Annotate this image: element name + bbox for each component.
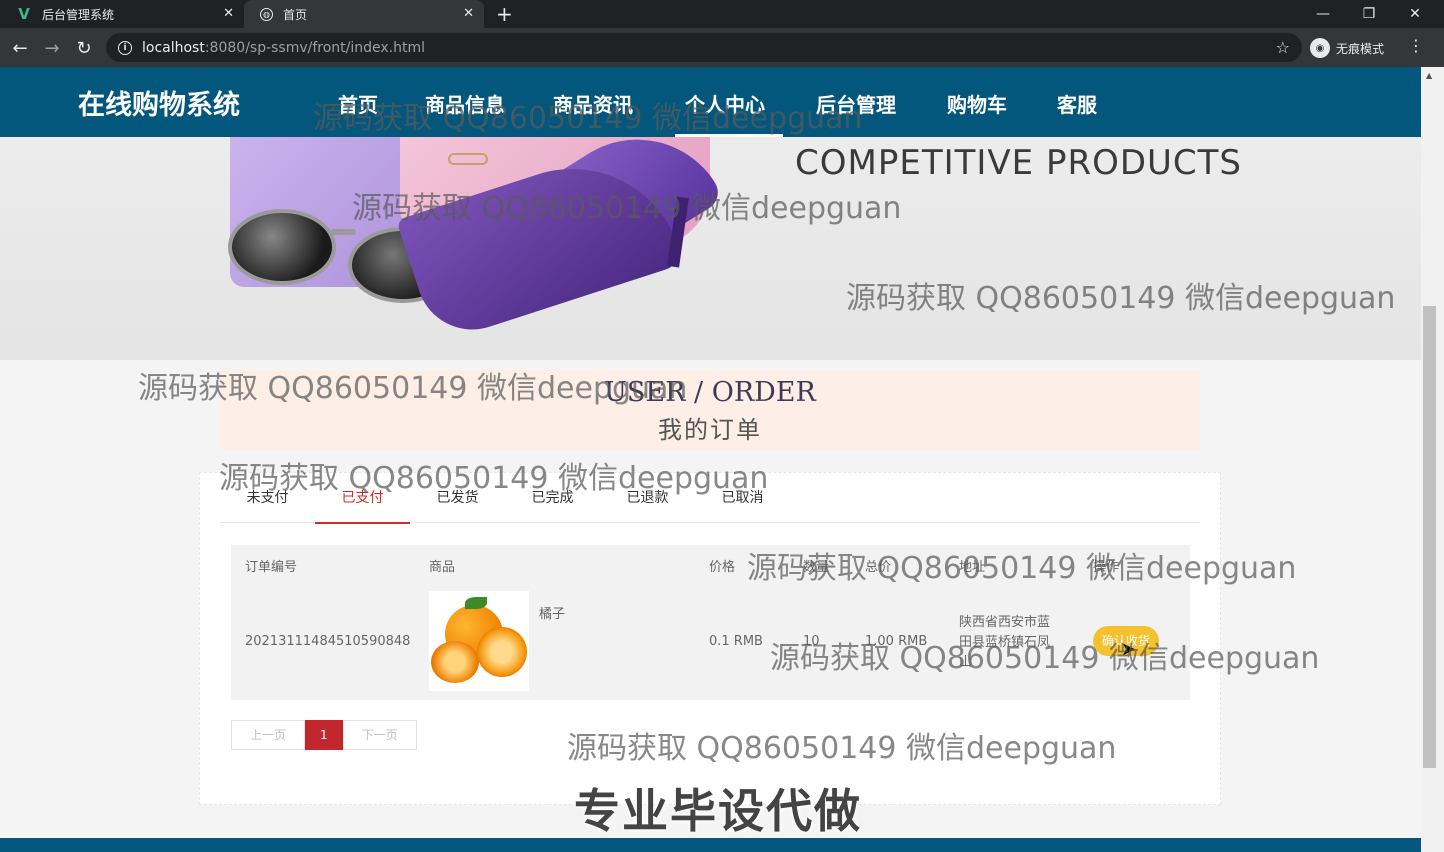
incognito-indicator[interactable]: ◉ 无痕模式 [1310, 36, 1384, 60]
restore-icon[interactable]: ❐ [1346, 0, 1392, 28]
product-image-orange[interactable] [429, 591, 529, 691]
col-action: 操作 [1093, 560, 1120, 575]
pagination: 上一页 1 下一页 [231, 720, 417, 750]
nav-admin[interactable]: 后台管理 [816, 89, 896, 118]
order-title-en: USER / ORDER [604, 377, 816, 408]
reload-icon[interactable]: ↻ [72, 36, 96, 60]
col-product: 商品 [429, 560, 456, 575]
order-panel: 未支付 已支付 已发货 已完成 已退款 已取消 订单编号 商品 价格 数量 总价… [199, 472, 1221, 805]
close-tab-icon[interactable]: ✕ [223, 6, 234, 21]
order-address: 陕西省西安市蓝 田县蓝桥镇石凤 山 [959, 615, 1051, 670]
incognito-label: 无痕模式 [1336, 41, 1385, 56]
prev-page-button[interactable]: 上一页 [231, 720, 306, 750]
info-icon[interactable]: i [118, 40, 132, 55]
browser-tab-admin[interactable]: V 后台管理系统 ✕ [0, 0, 244, 28]
sunglasses-bridge [330, 229, 356, 235]
new-tab-icon[interactable]: + [496, 2, 513, 26]
order-total: 1.00 RMB [865, 634, 928, 649]
order-status-tabs: 未支付 已支付 已发货 已完成 已退款 已取消 [220, 473, 1200, 524]
col-order-no: 订单编号 [245, 560, 298, 575]
url-text: localhost:8080/sp-ssmv/front/index.html [142, 39, 426, 56]
browser-toolbar: ← → ↻ i localhost:8080/sp-ssmv/front/ind… [0, 28, 1444, 67]
close-tab-icon[interactable]: ✕ [463, 6, 474, 21]
page-1-button[interactable]: 1 [305, 720, 343, 750]
nav-products[interactable]: 商品信息 [425, 89, 505, 118]
nav-home[interactable]: 首页 [338, 89, 378, 118]
forward-icon[interactable]: → [40, 36, 64, 60]
product-name[interactable]: 橘子 [539, 603, 565, 622]
site-header: 在线购物系统 首页 商品信息 商品资讯 个人中心 后台管理 购物车 客服 [0, 67, 1421, 137]
product-price: 0.1 RMB [709, 634, 763, 649]
tab-shipped[interactable]: 已发货 [410, 473, 505, 523]
watermark-footer-text: 专业毕设代做 [574, 784, 862, 838]
address-bar[interactable]: i localhost:8080/sp-ssmv/front/index.htm… [106, 33, 1302, 62]
col-quantity: 数量 [803, 560, 830, 575]
close-window-icon[interactable]: ✕ [1392, 0, 1438, 28]
browser-tab-title: 首页 [283, 7, 308, 22]
tab-refunded[interactable]: 已退款 [600, 473, 695, 523]
tab-unpaid[interactable]: 未支付 [220, 473, 315, 523]
product-quantity: 10 [803, 634, 820, 649]
back-icon[interactable]: ← [8, 36, 32, 60]
col-address: 地址 [959, 560, 986, 575]
browser-tab-home[interactable]: ◍ 首页 ✕ [244, 0, 484, 28]
tab-completed[interactable]: 已完成 [505, 473, 600, 523]
nav-cart[interactable]: 购物车 [947, 89, 1007, 118]
bookmark-star-icon[interactable]: ☆ [1276, 38, 1290, 57]
scroll-up-arrow-icon[interactable]: ▲ [1426, 71, 1432, 80]
vue-logo-icon: V [18, 5, 30, 23]
nav-news[interactable]: 商品资讯 [553, 89, 633, 118]
browser-tab-bar: V 后台管理系统 ✕ ◍ 首页 ✕ + — ❐ ✕ [0, 0, 1444, 28]
order-number: 20213111484510590848 [245, 634, 411, 649]
incognito-icon: ◉ [1310, 38, 1330, 58]
browser-menu-icon[interactable]: ⋮ [1408, 36, 1424, 55]
tab-paid[interactable]: 已支付 [315, 473, 410, 524]
col-total: 总价 [865, 560, 892, 575]
minimize-icon[interactable]: — [1300, 0, 1346, 28]
sunglasses-lens-left [228, 209, 336, 285]
nav-user-center[interactable]: 个人中心 [685, 89, 765, 118]
page-viewport: 在线购物系统 首页 商品信息 商品资讯 个人中心 后台管理 购物车 客服 COM… [0, 67, 1421, 852]
site-title: 在线购物系统 [78, 90, 240, 121]
col-price: 价格 [709, 560, 736, 575]
order-title-cn: 我的订单 [658, 416, 762, 444]
tab-cancelled[interactable]: 已取消 [695, 473, 790, 523]
bag-bow-image [448, 153, 488, 165]
next-page-button[interactable]: 下一页 [342, 720, 417, 750]
scrollbar-thumb[interactable] [1423, 306, 1436, 768]
nav-service[interactable]: 客服 [1057, 89, 1097, 118]
order-section-header: USER / ORDER 我的订单 [220, 370, 1200, 450]
globe-icon: ◍ [260, 7, 273, 21]
banner-carousel[interactable]: COMPETITIVE PRODUCTS [0, 137, 1421, 360]
order-table: 订单编号 商品 价格 数量 总价 地址 操作 20213111484510590… [231, 545, 1190, 700]
mouse-cursor-icon: ➤ [1121, 639, 1137, 660]
browser-tab-title: 后台管理系统 [42, 7, 115, 22]
banner-text: COMPETITIVE PRODUCTS [795, 143, 1243, 183]
